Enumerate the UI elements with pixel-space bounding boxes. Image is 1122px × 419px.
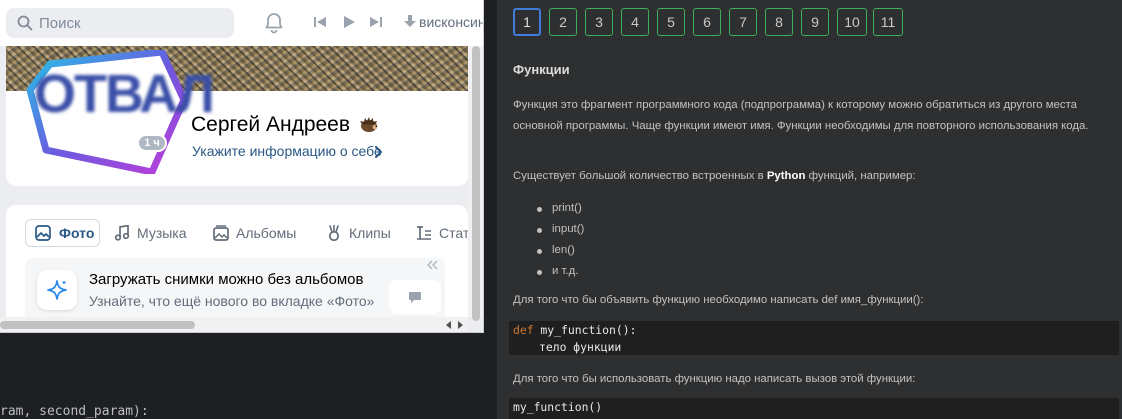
vertical-scrollbar[interactable] xyxy=(468,46,483,321)
lesson-paragraph: Существует большой количество встроенных… xyxy=(513,166,1113,187)
profile-tabs-card: Фото Музыка Альбомы Клипы Стат Загружать… xyxy=(6,205,468,325)
page-button-8[interactable]: 8 xyxy=(765,8,793,36)
tab-music[interactable]: Музыка xyxy=(114,219,204,247)
scroll-right-arrow-icon[interactable] xyxy=(456,321,464,329)
code-keyword: def xyxy=(513,323,534,337)
profile-name: Сергей Андреев xyxy=(191,113,351,136)
tab-label: Альбомы xyxy=(236,225,297,241)
music-note-icon xyxy=(114,225,130,241)
page-button-7[interactable]: 7 xyxy=(729,8,757,36)
search-icon xyxy=(17,15,33,31)
vertical-scrollbar-thumb[interactable] xyxy=(472,46,480,321)
tab-label: Фото xyxy=(59,225,95,241)
vk-popup-window: висконсин ОТВАЛ 1 ч Сергей Андреев Укажи… xyxy=(0,0,484,333)
list-item: input() xyxy=(534,219,584,240)
horizontal-scrollbar[interactable] xyxy=(0,317,468,332)
tab-articles[interactable]: Стат xyxy=(416,219,468,247)
search-box[interactable] xyxy=(6,8,234,38)
lesson-paragraph: Для того что бы использовать функцию над… xyxy=(513,373,916,385)
code-block-definition: def my_function(): тело функции xyxy=(509,321,1119,355)
search-input[interactable] xyxy=(39,14,219,32)
page-button-10[interactable]: 10 xyxy=(837,8,867,36)
tab-label: Музыка xyxy=(137,225,187,241)
previous-track-icon[interactable] xyxy=(313,15,327,29)
photo-promo-banner: Загружать снимки можно без альбомов Узна… xyxy=(25,258,445,325)
chat-bubble-icon xyxy=(409,292,421,303)
now-playing-track[interactable]: висконсин xyxy=(419,14,483,30)
page-button-6[interactable]: 6 xyxy=(693,8,721,36)
play-icon[interactable] xyxy=(342,15,356,29)
lesson-paragraph: Функция это фрагмент программного кода (… xyxy=(513,99,1089,132)
article-icon xyxy=(417,226,431,240)
promo-icon-box xyxy=(37,270,77,310)
album-icon xyxy=(213,225,229,241)
list-item: print() xyxy=(534,198,584,219)
profile-info-link[interactable]: Укажите информацию о себе xyxy=(192,143,382,159)
collapse-icon[interactable] xyxy=(425,258,439,272)
tab-label: Стат xyxy=(439,225,468,241)
image-icon xyxy=(35,225,51,241)
tab-photo[interactable]: Фото xyxy=(25,219,100,247)
code-text: my_function(): xyxy=(533,323,637,337)
clips-icon xyxy=(328,225,340,241)
scroll-left-arrow-icon[interactable] xyxy=(445,321,453,329)
hedgehog-emoji-icon xyxy=(360,117,378,132)
code-line: тело функции xyxy=(539,340,622,354)
vk-header: висконсин xyxy=(0,0,483,46)
page-button-11[interactable]: 11 xyxy=(873,8,903,36)
paragraph-text: Существует большой количество встроенных… xyxy=(513,170,767,182)
list-item: и т.д. xyxy=(534,261,584,282)
chevron-right-icon[interactable] xyxy=(373,145,383,159)
code-editor-line: ram, second_param): xyxy=(0,404,149,419)
messages-button[interactable] xyxy=(389,280,441,314)
lesson-paragraph: Для того что бы объявить функцию необход… xyxy=(513,294,924,306)
builtin-functions-list: print() input() len() и т.д. xyxy=(534,198,584,282)
page-button-3[interactable]: 3 xyxy=(585,8,613,36)
sparkle-icon xyxy=(47,280,67,300)
code-block-call: my_function() xyxy=(509,398,1119,419)
download-icon[interactable] xyxy=(404,15,416,29)
page-button-1[interactable]: 1 xyxy=(513,8,541,36)
paragraph-bold-text: Python xyxy=(766,170,806,182)
tab-clips[interactable]: Клипы xyxy=(326,219,406,247)
lesson-panel: 1 2 3 4 5 6 7 8 9 10 11 Функции Функция это фрагме… xyxy=(497,0,1122,419)
avatar-text: ОТВАЛ xyxy=(34,64,215,124)
promo-title: Загружать снимки можно без альбомов xyxy=(89,271,364,288)
code-line: def my_function(): xyxy=(513,322,1115,339)
tab-albums[interactable]: Альбомы xyxy=(213,219,313,247)
next-track-icon[interactable] xyxy=(369,15,383,29)
page-button-9[interactable]: 9 xyxy=(801,8,829,36)
list-item: len() xyxy=(534,240,584,261)
bell-icon[interactable] xyxy=(262,11,286,35)
page-button-5[interactable]: 5 xyxy=(657,8,685,36)
horizontal-scrollbar-thumb[interactable] xyxy=(0,321,195,329)
tab-label: Клипы xyxy=(349,225,391,241)
promo-text[interactable]: Узнайте, что ещё нового во вкладке «Фото… xyxy=(89,293,374,309)
paragraph-text: функций, например: xyxy=(805,170,916,182)
page-button-2[interactable]: 2 xyxy=(549,8,577,36)
last-seen-badge: 1 ч xyxy=(137,134,167,152)
page-button-4[interactable]: 4 xyxy=(621,8,649,36)
lesson-title: Функции xyxy=(513,62,570,77)
